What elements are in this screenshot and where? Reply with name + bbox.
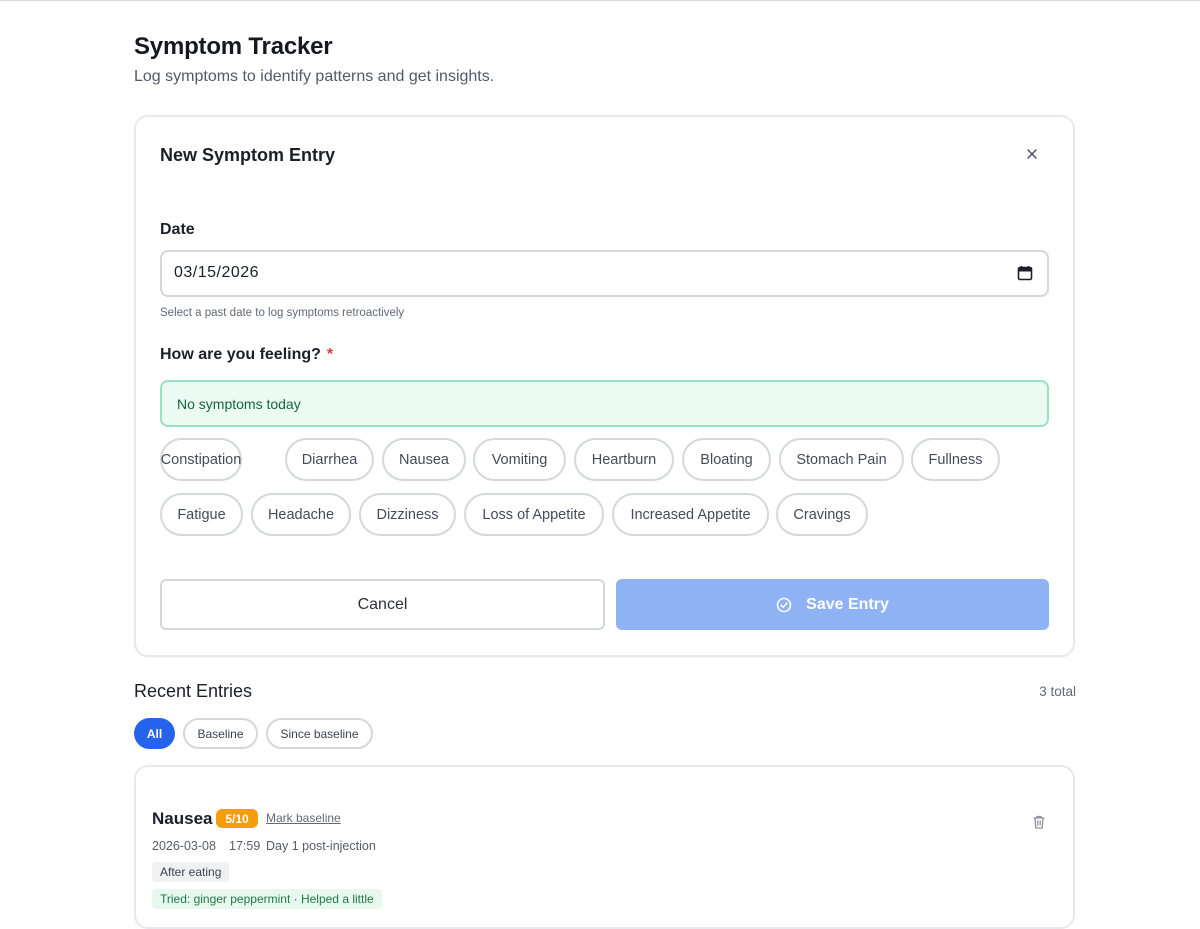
symptom-chip-fatigue[interactable]: Fatigue — [160, 493, 243, 536]
entry-time: 17:59 — [229, 839, 261, 853]
symptom-chip-increased-appetite[interactable]: Increased Appetite — [612, 493, 769, 536]
filter-since-baseline[interactable]: Since baseline — [266, 718, 373, 749]
mark-baseline-link[interactable]: Mark baseline — [266, 811, 341, 825]
check-circle-icon — [776, 597, 792, 612]
entry-symptom: Nausea — [152, 809, 213, 828]
page-title: Symptom Tracker — [134, 33, 333, 60]
symptom-chip-nausea[interactable]: Nausea — [382, 438, 466, 481]
symptom-chip-cravings[interactable]: Cravings — [776, 493, 868, 536]
symptom-chip-constipation[interactable]: Constipation — [160, 438, 242, 481]
symptom-chip-dizziness[interactable]: Dizziness — [359, 493, 456, 536]
no-symptoms-label: No symptoms today — [177, 396, 301, 412]
entry-date: 2026-03-08 — [152, 839, 216, 853]
cancel-button[interactable]: Cancel — [160, 579, 605, 630]
symptom-chip-diarrhea[interactable]: Diarrhea — [285, 438, 374, 481]
symptom-chip-loss-of-appetite[interactable]: Loss of Appetite — [464, 493, 604, 536]
save-entry-button[interactable]: Save Entry — [616, 579, 1049, 630]
symptom-chip-headache[interactable]: Headache — [251, 493, 351, 536]
recent-entries-title: Recent Entries — [134, 681, 253, 701]
date-hint: Select a past date to log symptoms retro… — [160, 307, 405, 319]
filter-all[interactable]: All — [134, 718, 175, 749]
page-subtitle: Log symptoms to identify patterns and ge… — [134, 68, 495, 85]
severity-badge: 5/10 — [216, 809, 258, 828]
save-entry-label: Save Entry — [806, 595, 889, 613]
close-icon[interactable] — [1025, 147, 1039, 161]
new-entry-card: New Symptom Entry Date 03/15/2026 Select… — [134, 115, 1075, 657]
symptom-chip-heartburn[interactable]: Heartburn — [574, 438, 674, 481]
entry-tag: After eating — [152, 862, 230, 882]
symptom-chip-fullness[interactable]: Fullness — [911, 438, 1000, 481]
symptom-chip-stomach-pain[interactable]: Stomach Pain — [779, 438, 904, 481]
card-title: New Symptom Entry — [160, 145, 336, 165]
trash-icon[interactable] — [1031, 814, 1047, 830]
entry-tried: Tried: ginger peppermint · Helped a litt… — [152, 889, 382, 909]
no-symptoms-option[interactable]: No symptoms today — [160, 380, 1049, 427]
filter-baseline[interactable]: Baseline — [183, 718, 258, 749]
symptom-chip-bloating[interactable]: Bloating — [682, 438, 771, 481]
calendar-icon[interactable] — [1017, 265, 1033, 281]
feeling-label: How are you feeling? * — [160, 346, 333, 364]
date-label: Date — [160, 221, 195, 238]
date-value: 03/15/2026 — [174, 264, 260, 281]
feeling-label-text: How are you feeling? — [160, 346, 321, 363]
required-marker: * — [326, 346, 334, 363]
entries-total: 3 total — [1039, 684, 1076, 699]
entry-card: Nausea 5/10 Mark baseline 2026-03-08 17:… — [134, 765, 1075, 929]
top-divider — [0, 0, 1200, 1]
date-input[interactable]: 03/15/2026 — [160, 250, 1049, 297]
entry-context: Day 1 post-injection — [266, 839, 376, 853]
symptom-chip-vomiting[interactable]: Vomiting — [473, 438, 566, 481]
